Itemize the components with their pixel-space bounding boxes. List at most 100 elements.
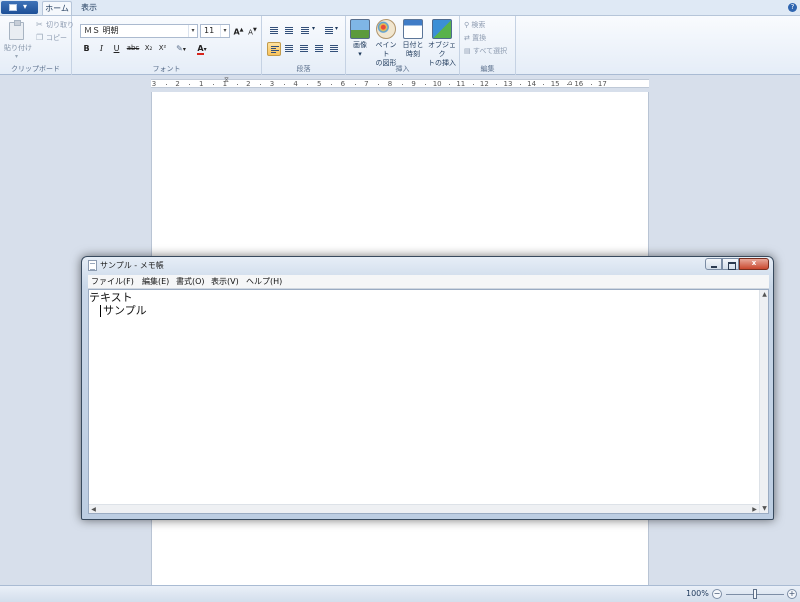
ruler-tick — [331, 84, 332, 85]
minimize-button[interactable] — [705, 258, 722, 270]
close-button[interactable]: x — [739, 258, 769, 270]
menu-format[interactable]: 書式(O) — [176, 276, 205, 287]
tab-view[interactable]: 表示 — [78, 1, 100, 15]
chevron-down-icon: ▾ — [15, 53, 19, 60]
paint-palette-icon — [376, 19, 396, 39]
menu-file[interactable]: ファイル(F) — [91, 276, 134, 287]
font-family-select[interactable]: ＭＳ 明朝 ▾ — [80, 24, 198, 38]
align-center-button[interactable] — [282, 42, 296, 56]
highlighter-icon: ✎ — [176, 44, 183, 53]
ruler-number: 3 — [269, 80, 275, 88]
first-line-indent-marker[interactable]: ⧖ — [224, 76, 230, 86]
find-button[interactable]: ⚲ 検索 — [464, 20, 485, 30]
scissors-icon: ✂ — [36, 20, 43, 29]
notepad-title: サンプル - メモ帳 — [100, 261, 164, 270]
zoom-slider-thumb[interactable] — [753, 589, 757, 599]
notepad-titlebar[interactable]: サンプル - メモ帳 x — [82, 257, 773, 275]
ruler-tick — [283, 84, 285, 85]
shrink-font-button[interactable]: A▼ — [246, 24, 259, 37]
zoom-in-button[interactable]: + — [787, 589, 797, 599]
paragraph-settings-button[interactable] — [327, 42, 341, 56]
replace-label: 置換 — [472, 34, 487, 42]
cut-label: 切り取り — [46, 21, 74, 29]
line-spacing-button[interactable]: ▾ — [322, 24, 342, 38]
clipboard-icon — [9, 20, 24, 40]
font-size-select[interactable]: 11 ▾ — [200, 24, 230, 38]
picture-label: 画像 — [353, 41, 367, 49]
ruler-tick — [213, 84, 214, 85]
underline-button[interactable]: U — [110, 42, 123, 55]
bullet-list-button[interactable]: ▾ — [298, 24, 320, 38]
menu-view[interactable]: 表示(V) — [211, 276, 239, 287]
insert-object-icon — [432, 19, 452, 39]
ribbon-tab-bar: ▾ ホーム 表示 ? — [0, 0, 800, 15]
zoom-level: 100% — [686, 589, 709, 598]
bold-button[interactable]: B — [80, 42, 93, 55]
decrease-indent-button[interactable] — [267, 24, 281, 38]
replace-button[interactable]: ⇄ 置換 — [464, 33, 486, 43]
ruler-number: 13 — [503, 80, 513, 88]
bullet-list-icon — [301, 27, 309, 35]
ruler-tick — [496, 84, 498, 85]
paste-button[interactable]: 貼り付け ▾ — [4, 20, 32, 60]
chevron-down-icon[interactable]: ▾ — [220, 25, 229, 37]
italic-button[interactable]: I — [95, 42, 108, 55]
scroll-right-icon[interactable]: ▶ — [750, 505, 759, 514]
application-menu-button[interactable]: ▾ — [1, 1, 38, 14]
ruler-number: 1 — [198, 80, 204, 88]
subscript-button[interactable]: X₂ — [142, 42, 155, 55]
object-label-line-1: オブジェク — [428, 41, 456, 58]
insert-picture-button[interactable]: 画像 ▾ — [349, 19, 371, 65]
copy-button[interactable]: ❐ コピー — [36, 33, 67, 44]
ruler-tick — [590, 84, 592, 85]
paint-label-line-1: ペイント — [375, 41, 397, 58]
indent-icon — [285, 27, 293, 35]
notepad-menubar: ファイル(F) 編集(E) 書式(O) 表示(V) ヘルプ(H) — [88, 275, 769, 289]
cut-button[interactable]: ✂ 切り取り — [36, 20, 74, 31]
ruler-tick — [401, 84, 403, 85]
chevron-down-icon[interactable]: ▾ — [188, 25, 197, 37]
scroll-left-icon[interactable]: ◀ — [89, 505, 98, 514]
ruler-number: 8 — [387, 80, 393, 88]
align-center-icon — [285, 45, 293, 53]
grow-font-button[interactable]: A▲ — [232, 24, 245, 37]
menu-edit[interactable]: 編集(E) — [142, 276, 169, 287]
align-left-icon — [271, 46, 279, 54]
tab-home[interactable]: ホーム — [42, 1, 72, 15]
maximize-button[interactable] — [722, 258, 739, 270]
superscript-button[interactable]: X² — [156, 42, 169, 55]
justify-button[interactable] — [312, 42, 326, 56]
ruler-tick — [354, 84, 356, 85]
ruler-number: 2 — [246, 80, 251, 88]
ruler-tick — [543, 84, 545, 85]
editing-group-label: 編集 — [480, 65, 495, 73]
right-indent-marker[interactable]: ⌂ — [568, 79, 574, 89]
insert-paint-drawing-button[interactable]: ペイント の図形 — [373, 19, 399, 67]
insert-datetime-button[interactable]: 日付と 時刻 — [401, 19, 425, 65]
font-color-button[interactable]: A▾ — [192, 42, 212, 55]
select-all-button[interactable]: ▤ すべて選択 — [464, 46, 507, 56]
select-all-label: すべて選択 — [472, 47, 508, 55]
scroll-down-icon[interactable]: ▼ — [760, 504, 769, 513]
increase-indent-button[interactable] — [282, 24, 296, 38]
replace-icon: ⇄ — [464, 34, 470, 42]
highlight-color-button[interactable]: ✎▾ — [172, 42, 190, 55]
notepad-text-area[interactable]: テキスト サンプル ▲ ▼ ◀ ▶ — [88, 289, 769, 514]
vertical-scrollbar[interactable]: ▲ ▼ — [759, 290, 768, 513]
select-all-icon: ▤ — [464, 47, 471, 55]
font-family-value: ＭＳ 明朝 — [84, 26, 119, 35]
insert-object-button[interactable]: オブジェク トの挿入 — [426, 19, 458, 67]
strikethrough-button[interactable]: abc — [125, 42, 141, 55]
ruler-tick — [425, 84, 427, 85]
insert-group: 画像 ▾ ペイント の図形 日付と 時刻 オブジェク トの挿入 挿入 — [346, 16, 460, 75]
menu-help[interactable]: ヘルプ(H) — [246, 276, 282, 287]
zoom-out-button[interactable]: − — [712, 589, 722, 599]
font-size-value: 11 — [204, 26, 215, 35]
horizontal-scrollbar[interactable]: ◀ ▶ — [89, 504, 759, 513]
ruler-tick — [449, 84, 450, 85]
align-left-button[interactable] — [267, 42, 281, 56]
align-right-button[interactable] — [297, 42, 311, 56]
help-icon[interactable]: ? — [788, 3, 797, 12]
scroll-up-icon[interactable]: ▲ — [760, 290, 769, 299]
ruler-number: 11 — [456, 80, 466, 88]
